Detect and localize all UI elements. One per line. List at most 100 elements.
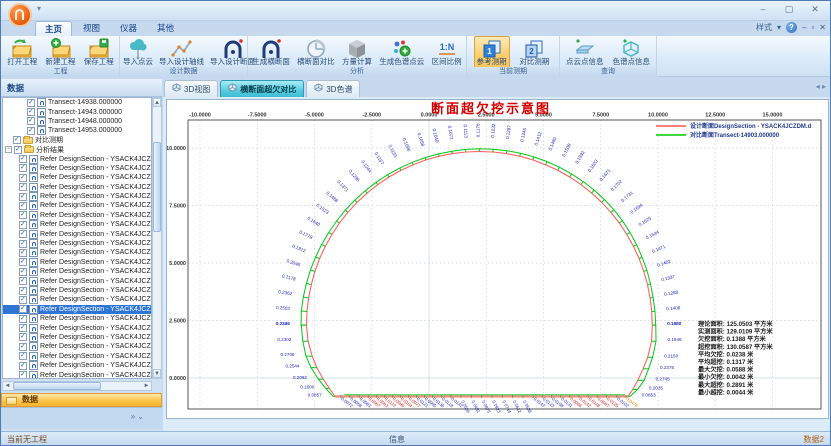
- doc-tab-1[interactable]: 3D视图: [164, 80, 218, 97]
- compare-section-button[interactable]: 横断面对比: [294, 36, 338, 68]
- doc-tab-2[interactable]: 横断面超欠对比: [220, 80, 304, 97]
- ribbon-tab-2[interactable]: 视图: [74, 21, 109, 36]
- open-project-button[interactable]: 打开工程: [4, 36, 40, 68]
- tree-item-transect-1[interactable]: Transect-14938.000000: [3, 98, 151, 107]
- import-axis-button[interactable]: 导入设计轴线: [156, 36, 207, 68]
- tree-vertical-scrollbar[interactable]: ▲ ▼: [152, 97, 162, 379]
- close-button[interactable]: ✕: [802, 2, 828, 17]
- tree-item-refer-5[interactable]: Refer DesignSection - YSACK4JCZDI: [3, 192, 151, 201]
- tree-checkbox[interactable]: [19, 193, 27, 201]
- tree-item-refer-10[interactable]: Refer DesignSection - YSACK4JCZDI: [3, 239, 151, 248]
- collapse-chevrons-icon[interactable]: » ⌄: [131, 412, 144, 421]
- app-logo-icon[interactable]: [8, 3, 32, 27]
- tree-checkbox[interactable]: [19, 155, 27, 163]
- tree-checkbox[interactable]: [27, 108, 35, 116]
- hscroll-thumb[interactable]: [13, 382, 101, 390]
- save-project-button[interactable]: 保存工程: [81, 36, 117, 68]
- tree-item-refer-18[interactable]: Refer DesignSection - YSACK4JCZDI: [3, 314, 151, 323]
- make-section-button[interactable]: 生成横断面: [249, 36, 293, 68]
- tree-checkbox[interactable]: [19, 362, 27, 370]
- tree-checkbox[interactable]: [19, 221, 27, 229]
- tree-checkbox[interactable]: [19, 268, 27, 276]
- tree-checkbox[interactable]: [19, 183, 27, 191]
- scroll-right-icon[interactable]: ►: [142, 382, 151, 390]
- period1-button[interactable]: 1参考测期: [474, 36, 510, 68]
- doc-tab-nav-arrows[interactable]: ◂ ▸: [816, 82, 826, 91]
- minimize-button[interactable]: –: [750, 2, 776, 17]
- tree-item-refer-4[interactable]: Refer DesignSection - YSACK4JCZDI: [3, 183, 151, 192]
- tree-item-transect-2[interactable]: Transect-14943.000000: [3, 107, 151, 116]
- tree-item-refer-20[interactable]: Refer DesignSection - YSACK4JCZDI: [3, 333, 151, 342]
- scroll-down-icon[interactable]: ▼: [153, 369, 161, 378]
- tree-item-refer-15[interactable]: Refer DesignSection - YSACK4JCZDI: [3, 286, 151, 295]
- tree-item-transect-3[interactable]: Transect-14948.000000: [3, 117, 151, 126]
- volume-calc-button[interactable]: 方量计算: [339, 36, 375, 68]
- tree-checkbox[interactable]: [19, 202, 27, 210]
- tree-checkbox[interactable]: [19, 352, 27, 360]
- tree-checkbox[interactable]: [19, 230, 27, 238]
- tree-checkbox[interactable]: [19, 296, 27, 304]
- quick-access-caret-icon[interactable]: ▾: [37, 4, 41, 13]
- color-point-info-button[interactable]: 色谱点信息: [610, 36, 654, 68]
- tree-item-refer-12[interactable]: Refer DesignSection - YSACK4JCZDI: [3, 258, 151, 267]
- new-project-button[interactable]: 新建工程: [43, 36, 79, 68]
- scroll-thumb[interactable]: [153, 142, 161, 232]
- ribbon-close-button[interactable]: ✕: [819, 23, 826, 32]
- tree-checkbox[interactable]: [19, 240, 27, 248]
- ribbon-restore-button[interactable]: ▫: [811, 23, 814, 32]
- tree-checkbox[interactable]: [19, 333, 27, 341]
- tree-checkbox[interactable]: [19, 249, 27, 257]
- ratio-button[interactable]: 1:N区间比例: [429, 36, 465, 68]
- tree-checkbox[interactable]: [13, 136, 21, 144]
- tree-checkbox[interactable]: [19, 371, 27, 379]
- tree-item-refer-3[interactable]: Refer DesignSection - YSACK4JCZDI: [3, 173, 151, 182]
- tree-item-refer-6[interactable]: Refer DesignSection - YSACK4JCZDI: [3, 201, 151, 210]
- ribbon-tab-1[interactable]: 主页: [35, 21, 72, 36]
- tree-item-refer-13[interactable]: Refer DesignSection - YSACK4JCZDI: [3, 267, 151, 276]
- tree-item-refer-17[interactable]: Refer DesignSection - YSACK4JCZDI: [3, 305, 151, 314]
- tree-checkbox[interactable]: [19, 277, 27, 285]
- help-icon[interactable]: ?: [786, 22, 797, 33]
- tree-checkbox[interactable]: [19, 324, 27, 332]
- tree-item-refer-23[interactable]: Refer DesignSection - YSACK4JCZDI: [3, 361, 151, 370]
- tree-item-refer-1[interactable]: Refer DesignSection - YSACK4JCZDI: [3, 154, 151, 163]
- tree-item-refer-2[interactable]: Refer DesignSection - YSACK4JCZDI: [3, 164, 151, 173]
- point-info-button[interactable]: 点云点信息: [563, 36, 607, 68]
- tree-item-refer-24[interactable]: Refer DesignSection - YSACK4JCZDI: [3, 370, 151, 379]
- tree-item-refer-9[interactable]: Refer DesignSection - YSACK4JCZDI: [3, 229, 151, 238]
- sidebar-bottom-tab-data[interactable]: 数据: [1, 393, 162, 407]
- period2-button[interactable]: 2对比测期: [516, 36, 552, 68]
- tree-checkbox[interactable]: [19, 287, 27, 295]
- tree-checkbox[interactable]: [19, 164, 27, 172]
- tree-checkbox[interactable]: [27, 127, 35, 135]
- tree-item-refer-11[interactable]: Refer DesignSection - YSACK4JCZDI: [3, 248, 151, 257]
- tree-checkbox[interactable]: [27, 117, 35, 125]
- tree-checkbox[interactable]: [19, 305, 27, 313]
- import-pointcloud-button[interactable]: 导入点云: [120, 36, 156, 68]
- tree-item-refer-21[interactable]: Refer DesignSection - YSACK4JCZDI: [3, 342, 151, 351]
- tree-checkbox[interactable]: [19, 258, 27, 266]
- doc-tab-3[interactable]: 3D色谱: [306, 80, 360, 97]
- maximize-button[interactable]: ▢: [776, 2, 802, 17]
- status-right[interactable]: 数据2: [804, 432, 824, 446]
- tree-item-refer-16[interactable]: Refer DesignSection - YSACK4JCZDI: [3, 295, 151, 304]
- tree-item-refer-22[interactable]: Refer DesignSection - YSACK4JCZDI: [3, 352, 151, 361]
- ribbon-tab-3[interactable]: 仪器: [111, 21, 146, 36]
- tree-item-refer-19[interactable]: Refer DesignSection - YSACK4JCZDI: [3, 323, 151, 332]
- tree-horizontal-scrollbar[interactable]: ◄ ►: [2, 381, 152, 391]
- tree-item-result-folder[interactable]: −分析结果: [3, 145, 151, 154]
- tree-item-transect-4[interactable]: Transect-14953.000000: [3, 126, 151, 135]
- tree-item-compare-folder[interactable]: 对比测期: [3, 136, 151, 145]
- tree-checkbox[interactable]: [14, 146, 22, 154]
- tree-item-refer-14[interactable]: Refer DesignSection - YSACK4JCZDI: [3, 276, 151, 285]
- scroll-up-icon[interactable]: ▲: [153, 98, 161, 107]
- tree-item-refer-7[interactable]: Refer DesignSection - YSACK4JCZDI: [3, 211, 151, 220]
- tree-checkbox[interactable]: [19, 174, 27, 182]
- tree-checkbox[interactable]: [19, 343, 27, 351]
- tree-checkbox[interactable]: [27, 99, 35, 107]
- scroll-left-icon[interactable]: ◄: [3, 382, 12, 390]
- expander-icon[interactable]: −: [5, 146, 12, 153]
- color-cloud-button[interactable]: 生成色谱点云: [376, 36, 427, 68]
- tree-checkbox[interactable]: [19, 211, 27, 219]
- ribbon-minimize-button[interactable]: –: [802, 23, 806, 32]
